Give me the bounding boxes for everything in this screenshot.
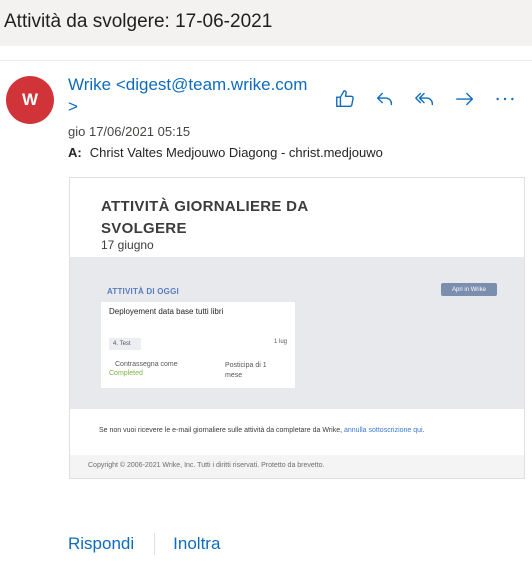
unsubscribe-link[interactable]: annulla sottoscrizione qui — [344, 427, 423, 434]
today-section-label: ATTIVITÀ DI OGGI — [107, 287, 179, 296]
postpone-link[interactable]: Posticipa di 1 mese — [225, 361, 285, 381]
reply-link[interactable]: Rispondi — [68, 534, 134, 554]
forward-icon — [456, 92, 474, 106]
task-card[interactable]: Deployement data base tutti libri 4. Tes… — [101, 302, 295, 388]
reply-bar: Rispondi Inoltra — [68, 532, 220, 556]
subject-bar: Attività da svolgere: 17-06-2021 — [0, 0, 532, 46]
recipients-line: A: Christ Valtes Medjouwo Diagong - chris… — [68, 145, 424, 160]
reply-button[interactable] — [372, 86, 398, 112]
unsubscribe-text: Se non vuoi ricevere le e-mail giornalie… — [99, 427, 343, 434]
task-due-date: 1 lug — [273, 339, 287, 345]
task-tag: 4. Test — [109, 338, 141, 350]
reply-divider — [154, 533, 156, 555]
more-actions-button[interactable] — [492, 86, 518, 112]
unsubscribe-end: . — [422, 427, 425, 434]
open-in-wrike-button[interactable]: Apri in Wrike — [441, 283, 497, 296]
task-name[interactable]: Deployement data base tutti libri — [109, 307, 223, 316]
recipients-label: A: — [68, 145, 82, 160]
recipients-value[interactable]: Christ Valtes Medjouwo Diagong - christ.… — [90, 145, 383, 160]
mark-completed-link[interactable]: Completed — [109, 370, 143, 377]
email-body: ATTIVITÀ GIORNALIERE DA SVOLGERE 17 giug… — [69, 177, 525, 479]
thumbs-up-icon — [336, 90, 354, 108]
email-subject: Attività da svolgere: 17-06-2021 — [4, 11, 273, 32]
more-icon — [496, 97, 514, 101]
header-divider — [0, 60, 532, 61]
email-title: ATTIVITÀ GIORNALIERE DA SVOLGERE — [101, 198, 308, 237]
sender-name[interactable]: Wrike <digest@team.wrike.com> — [68, 74, 308, 118]
mark-as-label[interactable]: Contrassegna come — [115, 361, 178, 368]
tasks-section: ATTIVITÀ DI OGGI Apri in Wrike Deployeme… — [70, 257, 524, 409]
forward-link[interactable]: Inoltra — [173, 534, 220, 554]
unsubscribe-notice: Se non vuoi ricevere le e-mail giornalie… — [99, 427, 425, 434]
forward-button[interactable] — [452, 86, 478, 112]
email-footer: Copyright © 2006-2021 Wrike, Inc. Tutti … — [70, 455, 524, 478]
email-date: 17 giugno — [101, 238, 154, 252]
sent-date: gio 17/06/2021 05:15 — [68, 124, 191, 139]
sender-avatar[interactable]: W — [6, 76, 54, 124]
reply-all-button[interactable] — [412, 86, 438, 112]
reply-all-icon — [415, 92, 434, 106]
reply-icon — [376, 92, 393, 106]
message-actions — [332, 86, 518, 112]
like-button[interactable] — [332, 86, 358, 112]
copyright-text: Copyright © 2006-2021 Wrike, Inc. Tutti … — [88, 462, 325, 469]
